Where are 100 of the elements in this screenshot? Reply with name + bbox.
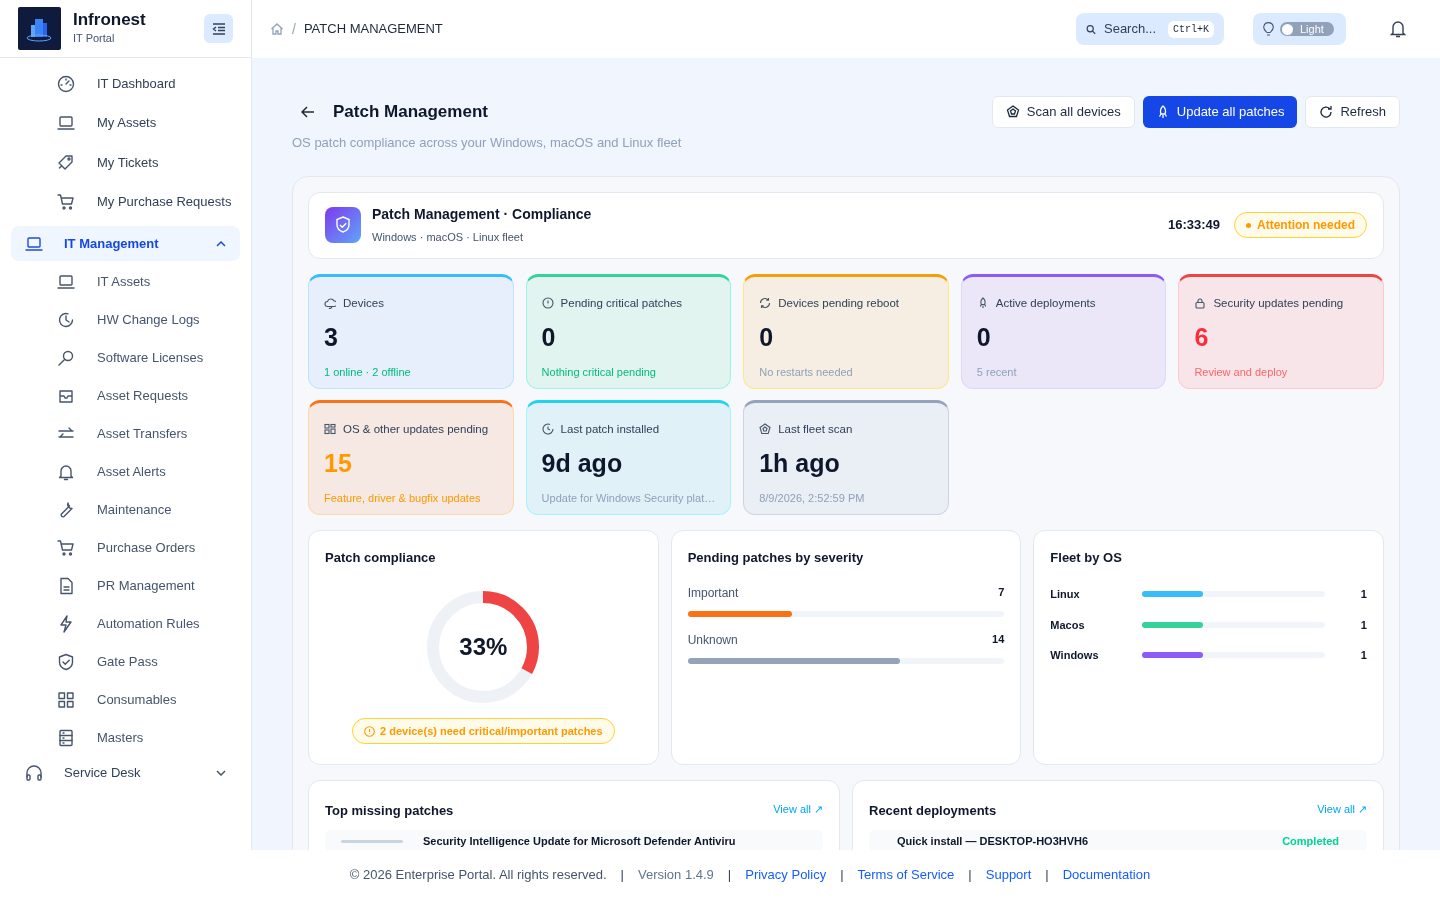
banner-subtitle: Windows · macOS · Linux fleet xyxy=(372,230,524,246)
copyright-text: © 2026 Enterprise Portal. All rights reserved. xyxy=(349,866,607,885)
back-arrow-icon[interactable] xyxy=(301,106,315,118)
clock-history-icon xyxy=(57,310,75,329)
footer-link[interactable]: Documentation xyxy=(1062,865,1151,885)
footer-link[interactable]: Privacy Policy xyxy=(745,865,827,885)
service-desk-headphones-icon xyxy=(25,763,43,782)
stat-label: Last fleet scan xyxy=(778,421,853,437)
sidebar-item[interactable]: Masters xyxy=(11,720,240,755)
card-title: Recent deployments xyxy=(869,801,998,820)
refresh-icon xyxy=(759,297,772,310)
stat-label: Devices pending reboot xyxy=(778,295,900,311)
sidebar-item[interactable]: My Assets xyxy=(11,105,240,141)
bar-count: 1 xyxy=(1359,648,1367,663)
sidebar-item[interactable]: Gate Pass xyxy=(11,644,240,679)
grid-icon xyxy=(324,423,336,436)
sidebar-item[interactable]: IT Dashboard xyxy=(11,66,240,101)
clock-history-icon xyxy=(541,423,554,436)
lightbulb-icon xyxy=(1263,22,1274,36)
stat-label: Active deployments xyxy=(995,295,1096,311)
stat-label: Last patch installed xyxy=(560,421,660,437)
bar-label: Windows xyxy=(1050,648,1100,663)
sidebar-item[interactable]: Automation Rules xyxy=(11,606,240,641)
footer-link[interactable]: Terms of Service xyxy=(857,865,955,885)
cloud-icon xyxy=(324,297,336,310)
stat-label: OS & other updates pending xyxy=(343,421,489,437)
sidebar-item[interactable]: My Tickets xyxy=(11,145,240,180)
stat-value: 0 xyxy=(759,324,775,350)
patch-name: Security Intelligence Update for Microsoft Defender Antiviru xyxy=(423,833,736,849)
bar-label: Unknown xyxy=(687,632,739,649)
deployment-status: Completed xyxy=(1282,833,1339,849)
sidebar-item[interactable]: My Purchase Requests xyxy=(11,184,240,220)
sidebar-item[interactable]: Service Desk xyxy=(11,755,240,790)
bar-count: 1 xyxy=(1359,587,1367,602)
sidebar-item[interactable]: Purchase Orders xyxy=(11,530,240,565)
stat-label: Pending critical patches xyxy=(560,295,683,311)
brand-name: Infronest xyxy=(73,10,147,31)
sidebar-item[interactable]: Consumables xyxy=(11,682,240,717)
bell-icon xyxy=(57,462,75,481)
collapse-sidebar-button[interactable] xyxy=(204,14,233,43)
sidebar-item[interactable]: Asset Requests xyxy=(11,378,240,413)
sidebar-item[interactable]: Software Licenses xyxy=(11,340,240,375)
action-button[interactable]: Refresh xyxy=(1305,96,1400,128)
card-title: Patch compliance xyxy=(325,548,436,567)
stat-label: Devices xyxy=(343,295,384,311)
stat-value: 6 xyxy=(1194,324,1210,350)
action-button[interactable]: Update all patches xyxy=(1142,96,1298,128)
stat-value: 15 xyxy=(324,450,353,476)
gauge-icon xyxy=(57,74,75,93)
sidebar-item[interactable]: Asset Alerts xyxy=(11,454,240,489)
card-title: Top missing patches xyxy=(325,801,455,820)
patch-row[interactable]: Security Intelligence Update for Microsoft Defender Antiviru xyxy=(325,830,823,852)
stat-note: Update for Windows Security plat… xyxy=(541,490,716,506)
radar-icon xyxy=(759,423,772,436)
laptop-icon xyxy=(57,272,75,291)
page-subtitle: OS patch compliance across your Windows, macOS and Linux fleet xyxy=(292,134,683,152)
shield-check-icon xyxy=(325,207,361,243)
stat-note: Review and deploy xyxy=(1194,364,1289,380)
sidebar-item[interactable]: IT Management xyxy=(11,226,240,261)
action-button[interactable]: Scan all devices xyxy=(991,96,1135,128)
compliance-percentage: 33% xyxy=(459,635,508,659)
sidebar-item[interactable]: PR Management xyxy=(11,568,240,603)
bar-count: 7 xyxy=(998,585,1005,600)
stat-value: 1h ago xyxy=(759,450,841,476)
brand-subtitle: IT Portal xyxy=(73,31,116,47)
page-title: Patch Management xyxy=(333,101,489,124)
bar-count: 1 xyxy=(1359,617,1367,633)
card-title: Pending patches by severity xyxy=(687,548,865,567)
stat-note: No restarts needed xyxy=(759,364,854,380)
stat-note: Feature, driver & bugfix updates xyxy=(324,490,482,506)
laptop-icon xyxy=(57,114,75,132)
banner-title: Patch Management · Compliance xyxy=(372,205,593,225)
sidebar-item[interactable]: IT Assets xyxy=(11,264,240,299)
bar-label: Macos xyxy=(1050,617,1086,633)
search-input[interactable]: Search... xyxy=(1104,19,1160,39)
shortcut-hint: Ctrl+K xyxy=(1168,20,1214,38)
footer-link[interactable]: Support xyxy=(985,865,1032,885)
cart-icon xyxy=(57,538,75,557)
menu-icon xyxy=(211,22,226,35)
document-icon xyxy=(57,576,75,595)
notification-bell-icon[interactable] xyxy=(1390,20,1406,38)
bar-label: Important xyxy=(687,585,740,602)
stat-note: 1 online · 2 offline xyxy=(324,364,412,380)
stat-note: 5 recent xyxy=(976,364,1018,380)
search-bar[interactable]: Search... Ctrl+K xyxy=(1076,13,1224,45)
clock-time: 16:33:49 xyxy=(1167,216,1220,235)
sidebar-item[interactable]: HW Change Logs xyxy=(11,302,240,337)
breadcrumb-current: PATCH MANAGEMENT xyxy=(303,20,443,39)
deployment-row[interactable]: Quick install — DESKTOP-HO3HVH6 Completed xyxy=(869,830,1367,852)
stat-note: 8/9/2026, 2:52:59 PM xyxy=(759,490,866,506)
laptop-icon xyxy=(25,234,43,253)
sidebar-item[interactable]: Asset Transfers xyxy=(11,416,240,451)
status-badge: Attention needed xyxy=(1234,212,1367,238)
radar-icon xyxy=(1005,105,1020,119)
cart-icon xyxy=(57,193,75,211)
stat-value: 0 xyxy=(541,324,557,350)
stat-value: 0 xyxy=(976,324,992,350)
stat-note: Nothing critical pending xyxy=(541,364,657,380)
server-rack-icon xyxy=(57,728,75,747)
sidebar-item[interactable]: Maintenance xyxy=(11,492,240,527)
